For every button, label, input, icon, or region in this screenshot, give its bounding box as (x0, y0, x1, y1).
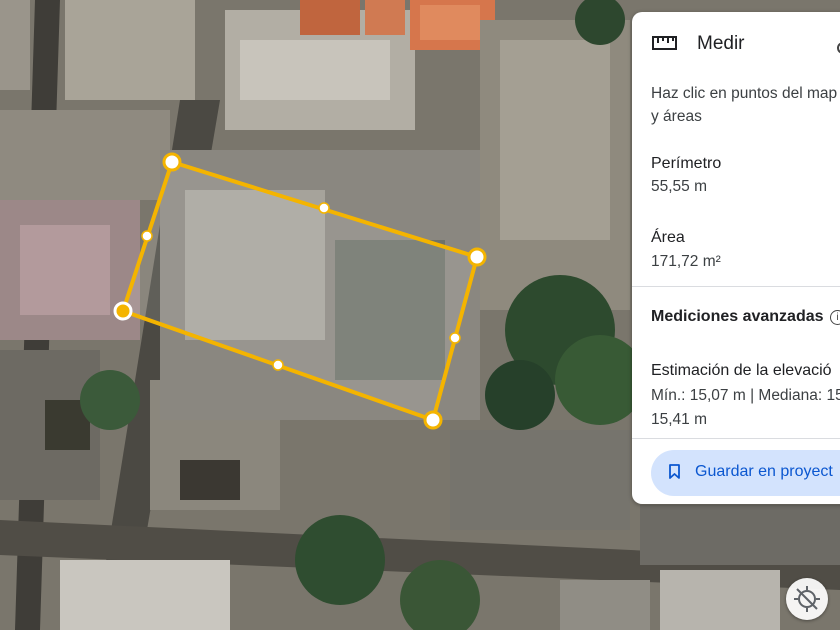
divider (632, 438, 840, 439)
vertex-handle[interactable] (467, 247, 487, 267)
ruler-icon (652, 36, 677, 50)
edge-midpoint-handle[interactable] (141, 230, 153, 242)
location-button[interactable] (786, 578, 828, 620)
instructions-line: y áreas (651, 108, 702, 125)
instructions-text: Haz clic en puntos del map y áreas (651, 82, 840, 128)
save-to-project-button[interactable]: Guardar en proyect (651, 450, 840, 496)
area-value: 171,72 m² (651, 253, 721, 270)
vertex-handle-active[interactable] (113, 301, 133, 321)
location-off-icon (794, 586, 820, 612)
panel-title: Medir (697, 33, 745, 54)
panel-header: Medir (632, 12, 840, 74)
elevation-title: Estimación de la elevació (651, 362, 832, 379)
save-button-label: Guardar en proyect (695, 463, 833, 480)
vertex-handle[interactable] (423, 410, 443, 430)
vertex-handle[interactable] (162, 152, 182, 172)
area-label: Área (651, 229, 685, 246)
advanced-measurements-label[interactable]: Mediciones avanzadas (651, 308, 824, 326)
divider (632, 286, 840, 287)
measure-panel: Medir Haz clic en puntos del map y áreas… (632, 12, 840, 504)
perimeter-label: Perímetro (651, 155, 722, 172)
edge-midpoint-handle[interactable] (318, 202, 330, 214)
edge-midpoint-handle[interactable] (272, 359, 284, 371)
elevation-line: 15,41 m (651, 411, 708, 428)
bookmark-icon (669, 464, 680, 479)
info-icon[interactable]: i (830, 310, 840, 325)
instructions-line: Haz clic en puntos del map (651, 85, 838, 102)
edge-midpoint-handle[interactable] (449, 332, 461, 344)
elevation-line: Mín.: 15,07 m | Mediana: 15 (651, 387, 840, 404)
perimeter-value: 55,55 m (651, 178, 708, 195)
elevation-values: Mín.: 15,07 m | Mediana: 15 15,41 m (651, 384, 840, 432)
